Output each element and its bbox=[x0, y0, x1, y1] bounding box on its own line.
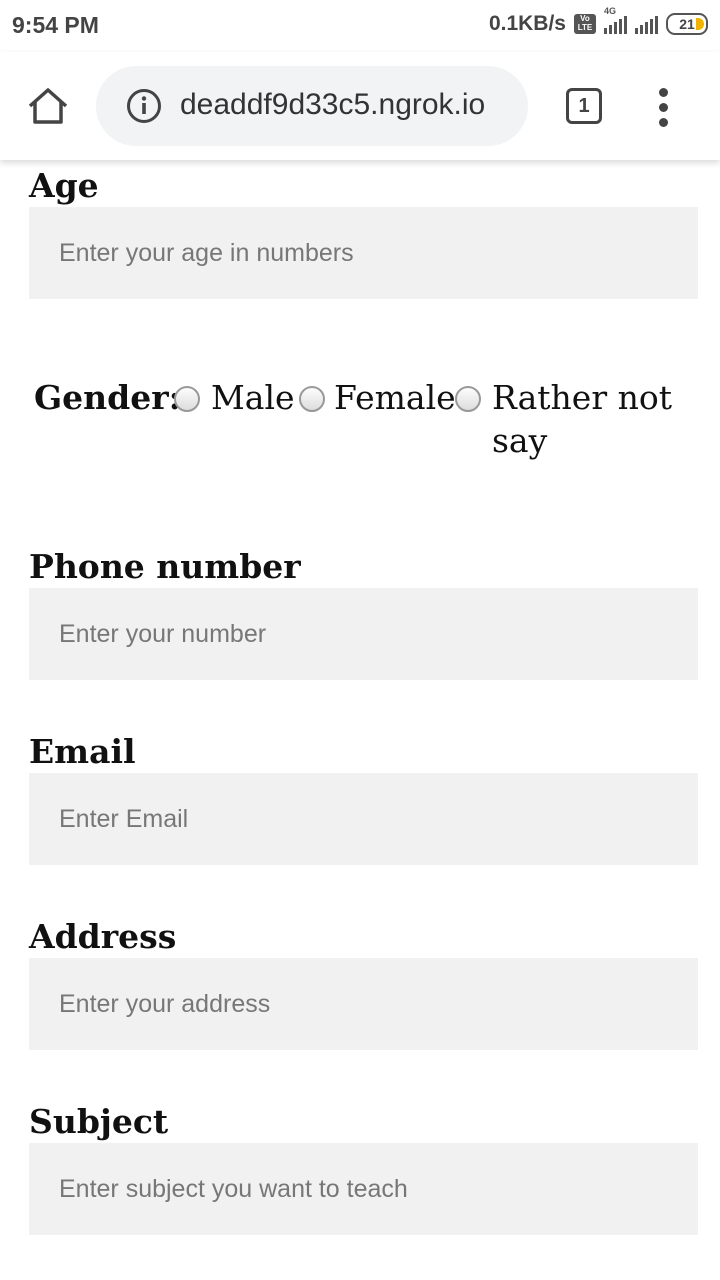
email-label: Email bbox=[29, 732, 136, 771]
gender-male-radio[interactable] bbox=[174, 386, 200, 412]
phone-input[interactable] bbox=[29, 588, 698, 680]
home-icon[interactable] bbox=[26, 86, 70, 126]
gender-rather-not-say-label[interactable]: Rather not bbox=[492, 378, 672, 417]
gender-rather-not-say-label-cont[interactable]: say bbox=[492, 421, 547, 460]
phone-label: Phone number bbox=[29, 547, 301, 586]
url-text[interactable]: deaddf9d33c5.ngrok.io bbox=[180, 88, 485, 122]
email-input[interactable] bbox=[29, 773, 698, 865]
signal-icon bbox=[635, 14, 658, 34]
battery-icon: 21 bbox=[666, 13, 708, 35]
tab-switcher-button[interactable]: 1 bbox=[566, 88, 602, 124]
signal-4g-icon: 4G bbox=[604, 6, 627, 34]
status-bar: 9:54 PM 0.1KB/s Vo LTE 4G 21 bbox=[0, 0, 720, 52]
network-speed: 0.1KB/s bbox=[488, 12, 566, 35]
info-icon[interactable] bbox=[126, 88, 162, 124]
address-input[interactable] bbox=[29, 958, 698, 1050]
gender-label: Gender: bbox=[34, 378, 181, 417]
status-indicators: 0.1KB/s Vo LTE 4G 21 bbox=[488, 6, 708, 36]
address-bar[interactable]: deaddf9d33c5.ngrok.io bbox=[96, 66, 528, 146]
gender-female-radio[interactable] bbox=[299, 386, 325, 412]
subject-label: Subject bbox=[29, 1102, 169, 1141]
more-options-icon[interactable] bbox=[650, 88, 678, 128]
age-label: Age bbox=[29, 166, 99, 205]
gender-female-label[interactable]: Female bbox=[334, 378, 456, 417]
status-time: 9:54 PM bbox=[12, 12, 99, 38]
gender-rather-not-say-radio[interactable] bbox=[455, 386, 481, 412]
address-label: Address bbox=[29, 917, 177, 956]
age-input[interactable] bbox=[29, 207, 698, 299]
subject-input[interactable] bbox=[29, 1143, 698, 1235]
volte-icon: Vo LTE bbox=[574, 14, 596, 34]
gender-male-label[interactable]: Male bbox=[211, 378, 295, 417]
registration-form: Age Gender: Male Female Rather not say P… bbox=[0, 160, 720, 1280]
browser-toolbar: deaddf9d33c5.ngrok.io 1 bbox=[0, 52, 720, 160]
